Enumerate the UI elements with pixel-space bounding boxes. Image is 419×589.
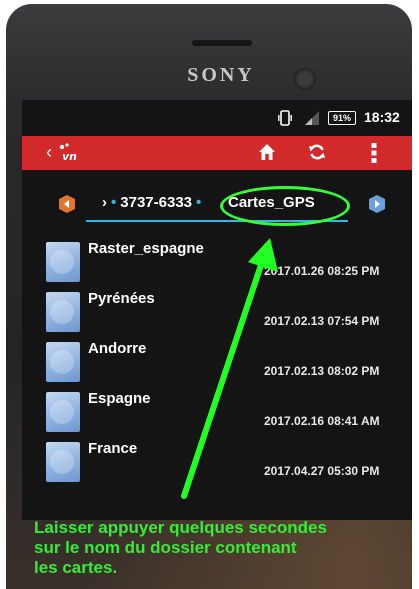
folder-icon — [46, 242, 80, 282]
path-ellipsis: › — [102, 194, 107, 211]
home-icon[interactable] — [258, 143, 276, 161]
annotation-highlight-ellipse — [220, 186, 350, 226]
app-logo-text: vn — [62, 150, 77, 163]
front-camera — [294, 68, 316, 90]
annotation-caption: Laisser appuyer quelques secondes sur le… — [34, 518, 418, 578]
folder-row[interactable]: France 2017.04.27 05:30 PM — [22, 440, 412, 490]
path-scroll-left-icon[interactable] — [58, 194, 76, 214]
caption-line-3: les cartes. — [34, 558, 118, 577]
path-separator-1: • — [111, 194, 117, 211]
earpiece-speaker — [192, 40, 252, 46]
folder-date: 2017.01.26 08:25 PM — [264, 264, 380, 278]
caption-line-1: Laisser appuyer quelques secondes — [34, 518, 327, 537]
path-breadcrumb[interactable]: › • 3737-6333 • — [102, 194, 205, 211]
path-separator-2: • — [196, 194, 202, 211]
path-segment-1[interactable]: 3737-6333 — [120, 194, 192, 211]
folder-name: France — [88, 440, 138, 457]
app-logo[interactable]: vn — [56, 142, 82, 164]
brand-logo: SONY — [187, 64, 255, 86]
folder-date: 2017.02.16 08:41 AM — [264, 414, 380, 428]
caption-line-2: sur le nom du dossier contenant — [34, 538, 297, 557]
status-bar: 91% 18:32 — [22, 108, 412, 132]
folder-icon — [46, 392, 80, 432]
refresh-icon[interactable] — [308, 143, 326, 161]
folder-row[interactable]: Raster_espagne 2017.01.26 08:25 PM — [22, 240, 412, 290]
app-logo-icon: vn — [59, 143, 77, 163]
overflow-menu-icon[interactable] — [371, 142, 377, 164]
clock: 18:32 — [364, 109, 400, 125]
phone-screen: 91% 18:32 ‹ vn › • 3737-6333 • Cartes_GP… — [22, 100, 412, 520]
action-bar: ‹ vn — [22, 136, 412, 170]
folder-icon — [46, 342, 80, 382]
folder-name: Espagne — [88, 390, 151, 407]
folder-name: Andorre — [88, 340, 147, 357]
path-bar: › • 3737-6333 • Cartes_GPS — [22, 186, 412, 226]
folder-date: 2017.04.27 05:30 PM — [264, 464, 380, 478]
path-scroll-right-icon[interactable] — [368, 194, 386, 214]
folder-icon — [46, 442, 80, 482]
folder-name: Pyrénées — [88, 290, 155, 307]
back-chevron-icon[interactable]: ‹ — [46, 142, 52, 163]
folder-icon — [46, 292, 80, 332]
folder-date: 2017.02.13 07:54 PM — [264, 314, 380, 328]
vibrate-icon — [278, 110, 292, 126]
folder-row[interactable]: Pyrénées 2017.02.13 07:54 PM — [22, 290, 412, 340]
battery-indicator: 91% — [328, 111, 356, 125]
signal-icon — [305, 111, 319, 125]
folder-name: Raster_espagne — [88, 240, 204, 257]
folder-row[interactable]: Espagne 2017.02.16 08:41 AM — [22, 390, 412, 440]
folder-date: 2017.02.13 08:02 PM — [264, 364, 380, 378]
folder-row[interactable]: Andorre 2017.02.13 08:02 PM — [22, 340, 412, 390]
